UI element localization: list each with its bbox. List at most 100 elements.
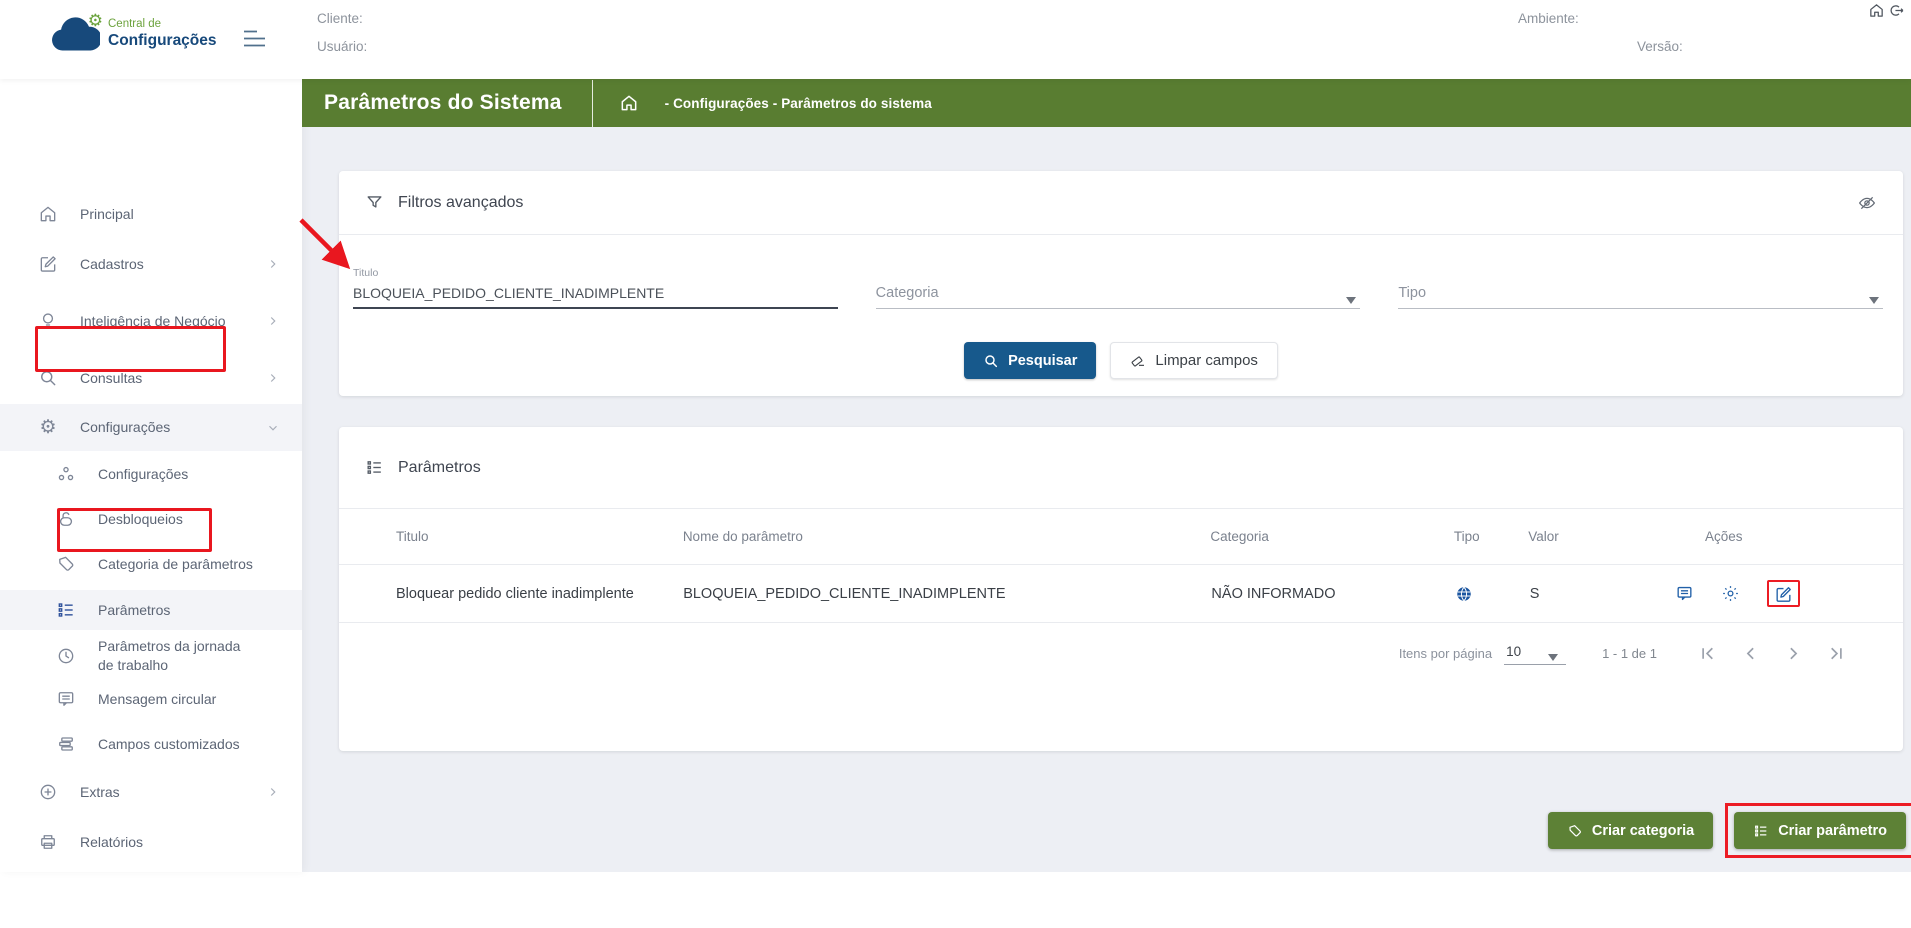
sidebar-item-label: Relatórios xyxy=(80,833,143,852)
sidebar-item-configuracoes[interactable]: ⚙ Configurações xyxy=(0,404,302,451)
header-divider xyxy=(592,80,593,127)
hide-filters-icon[interactable] xyxy=(1857,193,1877,213)
sidebar-item-mensagem-circular[interactable]: Mensagem circular xyxy=(0,680,302,718)
clear-fields-button[interactable]: Limpar campos xyxy=(1110,342,1278,379)
search-button-label: Pesquisar xyxy=(1008,353,1077,369)
sidebar-item-relatorios[interactable]: Relatórios xyxy=(0,823,302,861)
filters-card-title: Filtros avançados xyxy=(398,194,523,212)
column-header-tipo: Tipo xyxy=(1454,529,1528,544)
chevron-right-icon xyxy=(266,257,280,271)
pagination: Itens por página 10 1 - 1 de 1 xyxy=(339,623,1903,683)
top-bar: ⚙ Central de Configurações Cliente: Usuá… xyxy=(0,0,1911,79)
logo-gear-icon: ⚙ xyxy=(88,12,103,29)
page-title: Parâmetros do Sistema xyxy=(324,91,562,115)
column-header-titulo: Titulo xyxy=(396,529,683,544)
pagination-range: 1 - 1 de 1 xyxy=(1602,646,1657,661)
eraser-icon xyxy=(1130,353,1146,369)
titulo-field-label: Titulo xyxy=(353,267,378,279)
layers-icon xyxy=(56,734,76,754)
titulo-input[interactable] xyxy=(353,285,838,301)
cloud-logo-icon: ⚙ xyxy=(48,14,100,54)
cell-valor: S xyxy=(1530,586,1675,602)
menu-toggle-icon[interactable] xyxy=(243,29,267,49)
table-header-row: Titulo Nome do parâmetro Categoria Tipo … xyxy=(339,509,1903,564)
tag-icon xyxy=(1567,823,1583,839)
edit-action-icon[interactable] xyxy=(1774,585,1793,604)
tipo-select-label: Tipo xyxy=(1398,285,1426,301)
list-icon xyxy=(365,458,384,477)
annotation-box-create-parameter: Criar parâmetro xyxy=(1725,803,1911,858)
tipo-select[interactable]: Tipo xyxy=(1398,269,1883,309)
list-icon xyxy=(1753,823,1769,839)
app-screen: ⚙ Central de Configurações Cliente: Usuá… xyxy=(0,0,1911,928)
sidebar-item-label: Parâmetros da jornada de trabalho xyxy=(98,637,256,675)
sidebar-item-label: Categoria de parâmetros xyxy=(98,555,253,574)
sidebar-item-label: Campos customizados xyxy=(98,735,240,754)
clock-icon xyxy=(56,646,76,666)
sidebar-item-campos-customizados[interactable]: Campos customizados xyxy=(0,725,302,763)
search-icon xyxy=(38,368,58,388)
printer-icon xyxy=(38,832,58,852)
search-icon xyxy=(983,353,999,369)
sidebar-item-configuracoes-sub[interactable]: Configurações xyxy=(0,455,302,493)
filter-icon xyxy=(365,193,384,212)
sidebar-item-parametros[interactable]: Parâmetros xyxy=(0,590,302,630)
sidebar-item-label: Principal xyxy=(80,205,134,224)
plus-circle-icon xyxy=(38,782,58,802)
settings-action-icon[interactable] xyxy=(1721,584,1740,603)
sidebar-item-parametros-jornada[interactable]: Parâmetros da jornada de trabalho xyxy=(0,632,302,680)
column-header-nome: Nome do parâmetro xyxy=(683,529,1211,544)
items-per-page-select[interactable]: 10 xyxy=(1504,641,1566,665)
filters-card: Filtros avançados Titulo Categoria Tipo xyxy=(339,171,1903,396)
home-shortcut-icon[interactable] xyxy=(1868,2,1885,24)
tag-icon xyxy=(56,554,76,574)
workspaces-icon xyxy=(56,464,76,484)
caret-down-icon xyxy=(1869,291,1879,298)
logout-icon[interactable] xyxy=(1888,2,1905,24)
caret-down-icon xyxy=(1548,649,1558,656)
chevron-right-icon xyxy=(266,314,280,328)
next-page-icon[interactable] xyxy=(1783,643,1804,664)
environment-label: Ambiente: xyxy=(1518,11,1579,26)
create-category-button[interactable]: Criar categoria xyxy=(1548,812,1713,849)
annotation-box-edit-action xyxy=(1767,580,1800,607)
sidebar-item-categoria-de-parametros[interactable]: Categoria de parâmetros xyxy=(0,540,302,588)
unlock-icon xyxy=(56,509,76,529)
logo-text-line1: Central de xyxy=(108,18,217,31)
sidebar-item-desbloqueios[interactable]: Desbloqueios xyxy=(0,500,302,538)
sidebar-item-label: Parâmetros xyxy=(98,601,170,620)
sidebar-item-consultas[interactable]: Consultas xyxy=(0,359,302,397)
parameters-card: Parâmetros Titulo Nome do parâmetro Cate… xyxy=(339,427,1903,751)
last-page-icon[interactable] xyxy=(1826,643,1847,664)
home-icon xyxy=(38,204,58,224)
sidebar-item-cadastros[interactable]: Cadastros xyxy=(0,245,302,283)
sidebar-item-label: Consultas xyxy=(80,369,142,388)
sidebar-item-inteligencia-de-negocio[interactable]: Inteligência de Negócio xyxy=(0,297,302,345)
sidebar-item-extras[interactable]: Extras xyxy=(0,773,302,811)
titulo-field: Titulo xyxy=(353,269,838,309)
column-header-categoria: Categoria xyxy=(1210,529,1454,544)
client-label: Cliente: xyxy=(317,11,363,26)
breadcrumb: - Configurações - Parâmetros do sistema xyxy=(665,96,932,111)
categoria-select[interactable]: Categoria xyxy=(876,269,1361,309)
table-row: Bloquear pedido cliente inadimplente BLO… xyxy=(339,565,1903,622)
items-per-page-value: 10 xyxy=(1506,644,1521,659)
sidebar-item-label: Extras xyxy=(80,783,120,802)
breadcrumb-home-icon[interactable] xyxy=(619,93,639,113)
sidebar: Principal Cadastros Inteligência de Negó… xyxy=(0,79,302,872)
comment-action-icon[interactable] xyxy=(1675,584,1694,603)
cell-tipo xyxy=(1455,585,1529,603)
parameters-card-title: Parâmetros xyxy=(398,459,481,477)
search-button[interactable]: Pesquisar xyxy=(964,342,1096,379)
first-page-icon[interactable] xyxy=(1697,643,1718,664)
sidebar-item-principal[interactable]: Principal xyxy=(0,195,302,233)
chevron-right-icon xyxy=(266,371,280,385)
sidebar-item-label: Mensagem circular xyxy=(98,690,216,709)
previous-page-icon[interactable] xyxy=(1740,643,1761,664)
create-parameter-label: Criar parâmetro xyxy=(1778,823,1887,839)
main-content: Filtros avançados Titulo Categoria Tipo xyxy=(302,127,1911,872)
chevron-down-icon xyxy=(266,421,280,435)
create-parameter-button[interactable]: Criar parâmetro xyxy=(1734,812,1906,849)
caret-down-icon xyxy=(1346,291,1356,298)
cell-titulo: Bloquear pedido cliente inadimplente xyxy=(396,586,683,602)
